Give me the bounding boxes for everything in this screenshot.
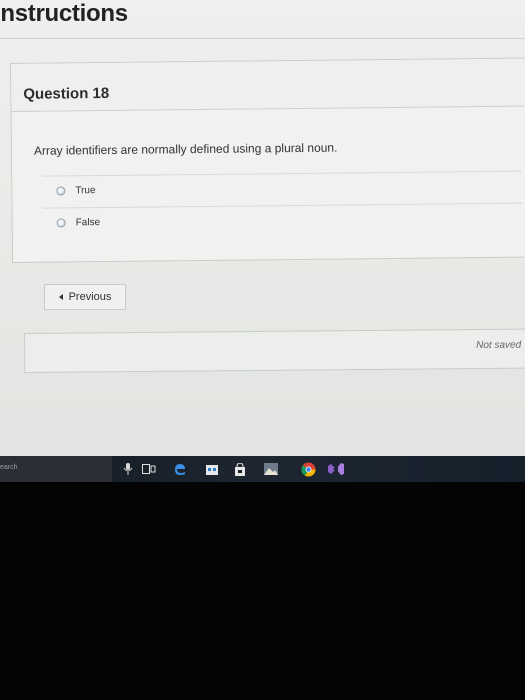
store-icon[interactable]: [204, 461, 220, 477]
shopping-bag-icon[interactable]: [232, 461, 248, 477]
left-arrow-icon: [58, 294, 63, 300]
question-title: Question 18: [23, 84, 110, 103]
page-title: Instructions: [0, 0, 128, 27]
visual-studio-icon[interactable]: [328, 461, 344, 477]
edge-icon[interactable]: [172, 461, 188, 477]
photos-icon[interactable]: [263, 461, 279, 477]
radio-button-false[interactable]: [56, 218, 66, 228]
search-text: earch: [0, 464, 18, 471]
microphone-icon[interactable]: [120, 461, 136, 477]
choice-false[interactable]: False: [42, 202, 523, 238]
task-view-icon[interactable]: [141, 461, 157, 477]
previous-label: Previous: [68, 291, 112, 303]
header-divider: [0, 38, 525, 39]
choice-label-false: False: [75, 217, 101, 229]
taskbar: earch: [0, 456, 525, 482]
choice-true[interactable]: True: [42, 170, 523, 206]
choice-label-true: True: [75, 185, 96, 197]
save-status: Not saved: [476, 339, 522, 352]
radio-button-true[interactable]: [56, 186, 66, 196]
question-card: Question 18 Array identifiers are normal…: [10, 57, 525, 263]
monitor-bezel: [0, 482, 525, 700]
previous-button[interactable]: Previous: [44, 284, 126, 310]
save-status-bar: Not saved: [24, 328, 525, 373]
taskbar-search[interactable]: earch: [0, 456, 112, 482]
browser-screen: Instructions Question 18 Array identifie…: [0, 0, 525, 456]
chrome-icon[interactable]: [300, 461, 316, 477]
question-header: Question 18: [11, 58, 525, 112]
question-text: Array identifiers are normally defined u…: [33, 140, 338, 158]
